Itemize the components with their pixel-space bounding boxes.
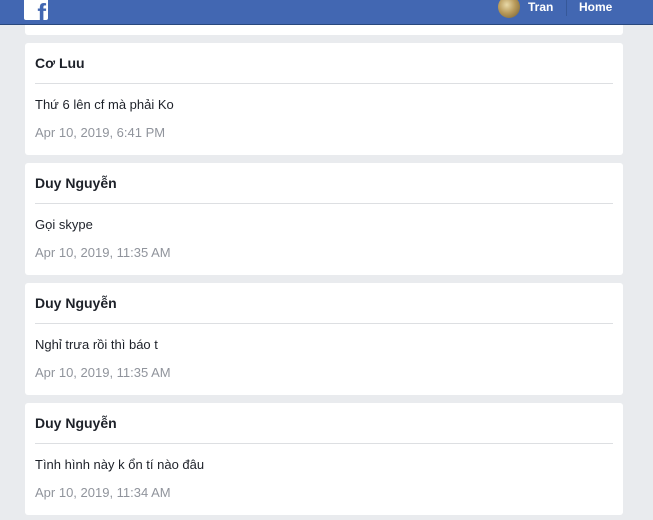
message-timestamp: Apr 10, 2019, 11:35 AM bbox=[35, 365, 171, 380]
divider bbox=[35, 203, 613, 204]
facebook-logo-icon[interactable]: f bbox=[24, 0, 48, 20]
divider bbox=[35, 83, 613, 84]
message-card: Duy Nguyễn Gọi skype Apr 10, 2019, 11:35… bbox=[25, 163, 623, 275]
message-timestamp: Apr 10, 2019, 11:34 AM bbox=[35, 485, 171, 500]
nav-divider bbox=[566, 0, 567, 16]
message-text: Gọi skype bbox=[35, 217, 93, 232]
message-author[interactable]: Duy Nguyễn bbox=[35, 295, 117, 311]
message-author[interactable]: Cơ Luu bbox=[35, 55, 85, 71]
divider bbox=[35, 323, 613, 324]
profile-link[interactable]: Tran bbox=[498, 0, 553, 18]
home-link[interactable]: Home bbox=[579, 0, 612, 14]
message-author[interactable]: Duy Nguyễn bbox=[35, 415, 117, 431]
top-navigation-bar: f Tran Home bbox=[0, 0, 653, 25]
message-text: Tình hình này k ổn tí nào đâu bbox=[35, 457, 205, 472]
message-card-previous bbox=[25, 25, 623, 35]
message-card: Duy Nguyễn Tình hình này k ổn tí nào đâu… bbox=[25, 403, 623, 515]
message-author[interactable]: Duy Nguyễn bbox=[35, 175, 117, 191]
message-text: Nghỉ trưa rồi thì báo t bbox=[35, 337, 158, 352]
message-card: Cơ Luu Thứ 6 lên cf mà phải Ko Apr 10, 2… bbox=[25, 43, 623, 155]
message-timestamp: Apr 10, 2019, 6:41 PM bbox=[35, 125, 166, 140]
divider bbox=[35, 443, 613, 444]
message-timestamp: Apr 10, 2019, 11:35 AM bbox=[35, 245, 171, 260]
user-name[interactable]: Tran bbox=[528, 0, 553, 14]
message-card: Duy Nguyễn Nghỉ trưa rồi thì báo t Apr 1… bbox=[25, 283, 623, 395]
avatar[interactable] bbox=[498, 0, 520, 18]
message-text: Thứ 6 lên cf mà phải Ko bbox=[35, 97, 174, 112]
